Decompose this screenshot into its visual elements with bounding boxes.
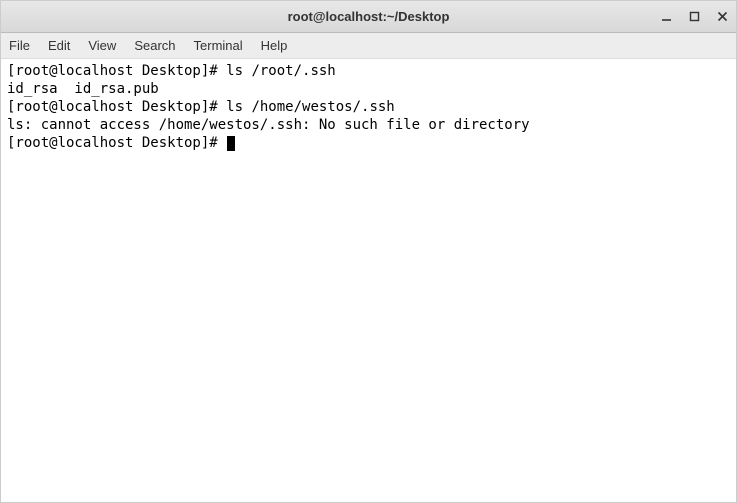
prompt: [root@localhost Desktop]# xyxy=(7,135,226,151)
close-button[interactable] xyxy=(714,9,730,25)
menu-view[interactable]: View xyxy=(88,38,116,53)
menubar: File Edit View Search Terminal Help xyxy=(1,33,736,59)
window-controls xyxy=(658,9,730,25)
menu-file[interactable]: File xyxy=(9,38,30,53)
terminal-line: [root@localhost Desktop]# ls /root/.ssh xyxy=(7,63,730,81)
titlebar: root@localhost:~/Desktop xyxy=(1,1,736,33)
menu-edit[interactable]: Edit xyxy=(48,38,70,53)
maximize-button[interactable] xyxy=(686,9,702,25)
close-icon xyxy=(717,11,728,22)
window-title: root@localhost:~/Desktop xyxy=(288,9,450,24)
menu-search[interactable]: Search xyxy=(134,38,175,53)
terminal-line: ls: cannot access /home/westos/.ssh: No … xyxy=(7,117,730,135)
command-text: ls /root/.ssh xyxy=(226,63,336,79)
terminal-line: id_rsa id_rsa.pub xyxy=(7,81,730,99)
maximize-icon xyxy=(689,11,700,22)
minimize-icon xyxy=(661,11,672,22)
terminal-line: [root@localhost Desktop]# ls /home/westo… xyxy=(7,99,730,117)
output-text: ls: cannot access /home/westos/.ssh: No … xyxy=(7,117,530,133)
command-text: ls /home/westos/.ssh xyxy=(226,99,395,115)
terminal-body[interactable]: [root@localhost Desktop]# ls /root/.sshi… xyxy=(1,59,736,502)
minimize-button[interactable] xyxy=(658,9,674,25)
terminal-line: [root@localhost Desktop]# xyxy=(7,135,730,153)
menu-help[interactable]: Help xyxy=(261,38,288,53)
terminal-window: root@localhost:~/Desktop File Edit View … xyxy=(0,0,737,503)
prompt: [root@localhost Desktop]# xyxy=(7,99,226,115)
output-text: id_rsa id_rsa.pub xyxy=(7,81,159,97)
prompt: [root@localhost Desktop]# xyxy=(7,63,226,79)
cursor-icon xyxy=(227,136,235,151)
menu-terminal[interactable]: Terminal xyxy=(194,38,243,53)
